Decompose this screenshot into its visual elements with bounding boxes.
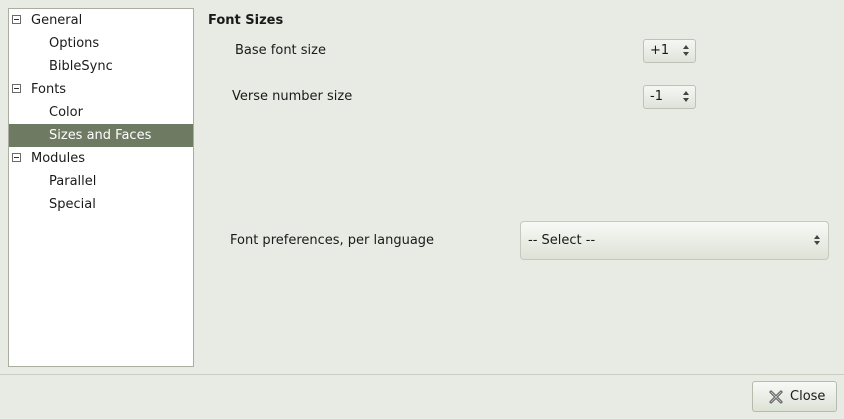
collapse-icon[interactable] <box>12 84 21 93</box>
tree-item-options[interactable]: Options <box>9 32 193 55</box>
verse-number-size-spinner[interactable]: -1 <box>643 85 696 109</box>
tree-item-fonts[interactable]: Fonts <box>9 78 193 101</box>
verse-number-size-label: Verse number size <box>232 89 353 104</box>
collapse-icon[interactable] <box>12 153 21 162</box>
collapse-icon[interactable] <box>12 15 21 24</box>
close-button-label: Close <box>790 389 826 404</box>
spinner-value: +1 <box>650 43 670 58</box>
section-title: Font Sizes <box>208 13 284 28</box>
tree-item-label: Parallel <box>49 174 97 189</box>
base-font-size-label: Base font size <box>235 43 326 58</box>
tree-item-biblesync[interactable]: BibleSync <box>9 55 193 78</box>
tree-item-label: BibleSync <box>49 59 113 74</box>
tree-item-label: General <box>31 13 83 28</box>
tree-item-modules[interactable]: Modules <box>9 147 193 170</box>
select-value: -- Select -- <box>528 233 596 248</box>
spinner-value: -1 <box>650 89 663 104</box>
preferences-tree[interactable]: General Options BibleSync Fonts Color Si… <box>8 8 194 367</box>
tree-item-sizes-and-faces[interactable]: Sizes and Faces <box>9 124 193 147</box>
base-font-size-spinner[interactable]: +1 <box>643 39 696 63</box>
tree-item-label: Modules <box>31 151 86 166</box>
close-button[interactable]: Close <box>752 381 837 412</box>
font-preferences-select[interactable]: -- Select -- <box>520 221 829 260</box>
font-preferences-label: Font preferences, per language <box>230 233 435 248</box>
footer-separator <box>0 374 844 375</box>
tree-item-label: Options <box>49 36 100 51</box>
tree-item-label: Fonts <box>31 82 67 97</box>
up-down-arrows-icon <box>813 233 821 247</box>
tree-item-label: Sizes and Faces <box>49 128 152 143</box>
up-down-arrows-icon[interactable] <box>682 42 690 58</box>
up-down-arrows-icon[interactable] <box>682 88 690 104</box>
tree-item-label: Color <box>49 105 83 120</box>
tree-item-color[interactable]: Color <box>9 101 193 124</box>
tree-item-general[interactable]: General <box>9 9 193 32</box>
close-icon <box>769 390 783 404</box>
tree-item-parallel[interactable]: Parallel <box>9 170 193 193</box>
tree-item-special[interactable]: Special <box>9 193 193 216</box>
tree-item-label: Special <box>49 197 96 212</box>
